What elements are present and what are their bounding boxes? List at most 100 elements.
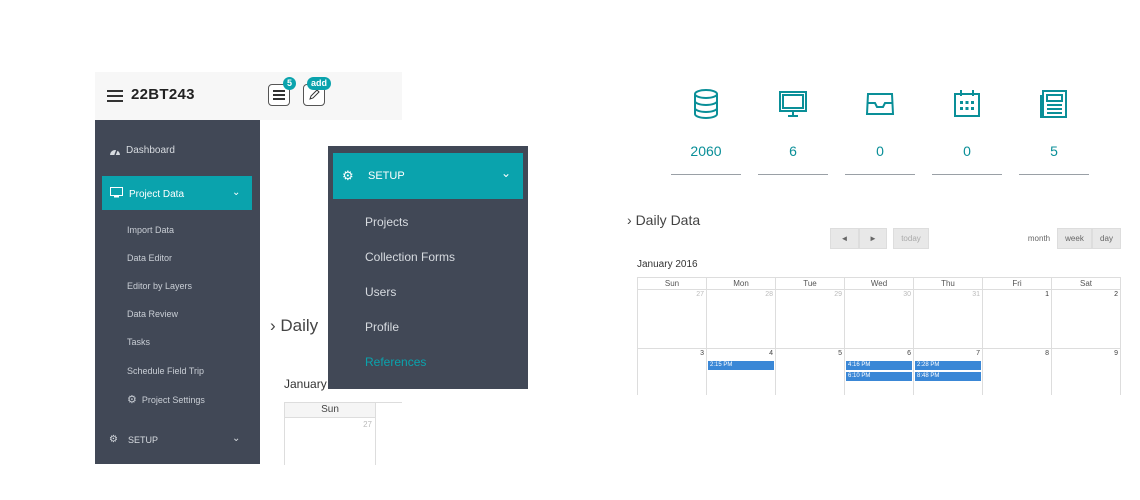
stat-calendar[interactable] — [932, 88, 1002, 125]
calendar-day-cell[interactable]: 9 — [1052, 349, 1121, 395]
weekday-wed: Wed — [845, 278, 914, 290]
pencil-icon — [309, 89, 320, 100]
calendar-left: Sun 27 — [284, 402, 402, 465]
calendar-day-cell[interactable]: 4 2:15 PM — [707, 349, 776, 395]
stat-inbox[interactable] — [845, 88, 915, 125]
today-button[interactable]: today — [893, 228, 929, 249]
dashboard-icon — [110, 149, 120, 156]
sidebar-item-label: Project Settings — [141, 395, 205, 405]
setup-menu-header[interactable]: ⚙ SETUP ⌄ — [333, 153, 523, 199]
day-number: 3 — [700, 350, 704, 357]
sidebar: Dashboard Project Data ⌄ Import Data Dat… — [95, 120, 260, 464]
calendar-month-title: January 2016 — [637, 259, 698, 270]
sidebar-subitem-project-settings[interactable]: ⚙ Project Settings — [127, 393, 205, 406]
sidebar-subitem-schedule-field-trip[interactable]: Schedule Field Trip — [127, 366, 204, 376]
monitor-icon — [110, 187, 123, 198]
gear-icon: ⚙ — [127, 394, 137, 406]
sidebar-subitem-tasks[interactable]: Tasks — [127, 337, 150, 347]
chevron-down-icon: ⌄ — [232, 433, 241, 444]
prev-button[interactable]: ◄ — [830, 228, 859, 249]
stat-newspaper[interactable] — [1019, 88, 1089, 125]
stat-value-inbox: 0 — [876, 143, 884, 159]
divider — [758, 174, 828, 175]
sidebar-item-label: Project Data — [129, 189, 185, 200]
calendar-event[interactable]: 2:28 PM — [915, 361, 981, 370]
chevron-right-icon: › — [270, 316, 281, 335]
setup-item-references[interactable]: References — [365, 355, 426, 369]
calendar-day-cell[interactable]: 5 — [776, 349, 845, 395]
calendar-grid: Sun Mon Tue Wed Thu Fri Sat 27 28 29 30 … — [637, 277, 1121, 395]
chevron-down-icon: ⌄ — [501, 166, 512, 180]
database-icon — [694, 89, 718, 119]
daily-heading-left: › Daily — [270, 316, 319, 335]
calendar-icon — [954, 90, 980, 117]
day-number: 4 — [769, 350, 773, 357]
day-number: 27 — [363, 420, 372, 429]
calendar-day-cell[interactable]: 27 — [638, 290, 707, 349]
weekday-header-row: Sun Mon Tue Wed Thu Fri Sat — [637, 277, 1121, 290]
calendar-day-cell[interactable]: 1 — [983, 290, 1052, 349]
day-number: 8 — [1045, 350, 1049, 357]
sidebar-subitem-import-data[interactable]: Import Data — [127, 225, 174, 235]
weekday-sat: Sat — [1052, 278, 1121, 290]
weekday-sun: Sun — [638, 278, 707, 290]
calendar-day-cell[interactable]: 7 2:28 PM 8:48 PM — [914, 349, 983, 395]
day-number: 31 — [972, 291, 980, 298]
divider — [932, 174, 1002, 175]
calendar-day-cell[interactable]: 29 — [776, 290, 845, 349]
sidebar-subitem-data-editor[interactable]: Data Editor — [127, 253, 172, 263]
stat-value-monitor: 6 — [789, 143, 797, 159]
calendar-day-cell[interactable]: 30 — [845, 290, 914, 349]
sidebar-subitem-data-review[interactable]: Data Review — [127, 309, 178, 319]
next-button[interactable]: ► — [859, 228, 887, 249]
calendar-week-row: 3 4 2:15 PM 5 6 4:16 PM 6:10 PM 7 2:28 P… — [637, 349, 1121, 395]
weekday-thu: Thu — [914, 278, 983, 290]
sidebar-item-project-data[interactable]: Project Data ⌄ — [102, 176, 252, 210]
inbox-icon — [865, 93, 895, 115]
calendar-cell[interactable]: 27 — [284, 418, 376, 465]
week-view-button[interactable]: week — [1057, 228, 1092, 249]
calendar-day-cell[interactable]: 8 — [983, 349, 1052, 395]
weekday-header: Sun — [284, 403, 376, 418]
setup-item-profile[interactable]: Profile — [365, 320, 399, 334]
calendar-day-cell[interactable]: 3 — [638, 349, 707, 395]
stat-database[interactable] — [671, 88, 741, 125]
project-id: 22BT243 — [131, 86, 195, 103]
day-number: 6 — [907, 350, 911, 357]
calendar-day-cell[interactable]: 28 — [707, 290, 776, 349]
calendar-event[interactable]: 4:16 PM — [846, 361, 912, 370]
day-number: 5 — [838, 350, 842, 357]
day-number: 30 — [903, 291, 911, 298]
calendar-event[interactable]: 8:48 PM — [915, 372, 981, 381]
list-icon — [273, 90, 285, 100]
chevron-down-icon: ⌄ — [232, 187, 241, 198]
day-number: 2 — [1114, 291, 1118, 298]
setup-item-collection-forms[interactable]: Collection Forms — [365, 250, 455, 264]
month-title-left: January — [284, 377, 327, 391]
daily-data-heading: › Daily Data — [627, 212, 701, 228]
setup-item-projects[interactable]: Projects — [365, 215, 408, 229]
setup-item-users[interactable]: Users — [365, 285, 396, 299]
weekday-fri: Fri — [983, 278, 1052, 290]
divider — [845, 174, 915, 175]
setup-menu: ⚙ SETUP ⌄ Projects Collection Forms User… — [328, 146, 528, 389]
day-view-button[interactable]: day — [1092, 228, 1121, 249]
day-number: 1 — [1045, 291, 1049, 298]
hamburger-menu-icon[interactable] — [107, 90, 123, 102]
weekday-mon: Mon — [707, 278, 776, 290]
calendar-event[interactable]: 6:10 PM — [846, 372, 912, 381]
calendar-day-cell[interactable]: 31 — [914, 290, 983, 349]
add-badge: add — [307, 77, 332, 90]
sidebar-subitem-editor-by-layers[interactable]: Editor by Layers — [127, 281, 192, 291]
stat-monitor[interactable] — [758, 88, 828, 125]
calendar-day-cell[interactable]: 2 — [1052, 290, 1121, 349]
day-number: 9 — [1114, 350, 1118, 357]
setup-menu-title: SETUP — [368, 170, 405, 182]
calendar-event[interactable]: 2:15 PM — [708, 361, 774, 370]
sidebar-item-label: SETUP — [128, 435, 159, 445]
stat-value-calendar: 0 — [963, 143, 971, 159]
calendar-day-cell[interactable]: 6 4:16 PM 6:10 PM — [845, 349, 914, 395]
month-view-button[interactable]: month — [1021, 228, 1057, 249]
cogs-icon: ⚙ — [342, 168, 354, 183]
day-number: 27 — [696, 291, 704, 298]
